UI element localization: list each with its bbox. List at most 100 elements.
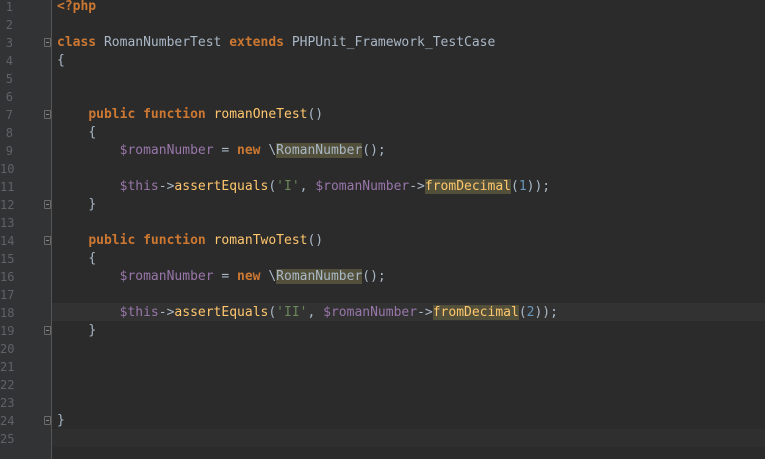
code-line[interactable]: 23 xyxy=(0,394,765,412)
keyword-new: new xyxy=(237,269,261,284)
keyword-public: public xyxy=(88,233,136,248)
code-line[interactable]: 15 { xyxy=(0,250,765,268)
brace: } xyxy=(88,323,97,338)
code-line[interactable]: 17 xyxy=(0,286,765,304)
number-literal: 1 xyxy=(518,179,527,194)
method-name: romanOneTest xyxy=(213,107,308,122)
variable: $romanNumber xyxy=(315,179,410,194)
method-call: fromDecimal xyxy=(432,305,519,320)
line-number: 18 xyxy=(0,306,15,320)
line-number: 10 xyxy=(0,162,15,176)
code-line[interactable]: 19 } xyxy=(0,322,765,340)
line-number: 24 xyxy=(0,414,15,428)
line-number: 16 xyxy=(0,270,15,284)
keyword-function: function xyxy=(143,107,206,122)
code-line[interactable]: 7 public function romanOneTest() xyxy=(0,106,765,124)
line-number: 7 xyxy=(5,108,13,122)
assign-operator: = xyxy=(213,269,238,284)
line-number: 23 xyxy=(0,396,15,410)
code-line[interactable]: 9 $romanNumber = new \RomanNumber(); xyxy=(0,142,765,160)
variable: $this xyxy=(119,179,159,194)
method-call: assertEquals xyxy=(174,179,269,194)
method-call: fromDecimal xyxy=(424,179,511,194)
brace: { xyxy=(57,53,65,68)
code-line[interactable]: 21 xyxy=(0,358,765,376)
fold-toggle-icon[interactable] xyxy=(44,38,51,47)
class-reference: RomanNumber xyxy=(276,269,363,284)
keyword-new: new xyxy=(237,143,261,158)
parens: () xyxy=(307,107,324,122)
code-line[interactable]: 4 { xyxy=(0,52,765,70)
arrow-operator: -> xyxy=(158,179,175,194)
line-number: 22 xyxy=(0,378,15,392)
brace: { xyxy=(88,125,97,140)
keyword-extends: extends xyxy=(229,35,284,50)
code-line[interactable]: 13 xyxy=(0,214,765,232)
call-end: )); xyxy=(526,179,551,194)
comma: , xyxy=(299,179,316,194)
line-number: 15 xyxy=(0,252,15,266)
code-line[interactable]: 3 class RomanNumberTest extends PHPUnit_… xyxy=(0,34,765,52)
code-line[interactable]: 5 xyxy=(0,70,765,88)
arrow-operator: -> xyxy=(417,305,433,320)
brace: } xyxy=(88,197,97,212)
line-number: 2 xyxy=(5,18,13,32)
fold-toggle-icon[interactable] xyxy=(44,326,51,335)
line-number: 19 xyxy=(0,324,15,338)
line-number: 12 xyxy=(0,198,15,212)
paren: ( xyxy=(268,179,277,194)
parens: () xyxy=(307,233,324,248)
variable: $romanNumber xyxy=(323,305,418,320)
assign-operator: = xyxy=(213,143,238,158)
code-line[interactable]: 8 { xyxy=(0,124,765,142)
code-line[interactable]: 1 <?php xyxy=(0,0,765,16)
keyword-class: class xyxy=(57,35,97,50)
line-number: 3 xyxy=(5,36,13,50)
code-line[interactable]: 11 $this->assertEquals('I', $romanNumber… xyxy=(0,178,765,196)
line-number: 20 xyxy=(0,342,15,356)
code-line[interactable]: 24 } xyxy=(0,412,765,430)
fold-toggle-icon[interactable] xyxy=(44,200,51,209)
line-number: 8 xyxy=(5,126,13,140)
line-number: 4 xyxy=(5,54,13,68)
comma: , xyxy=(307,305,324,320)
call-end: (); xyxy=(362,143,386,158)
keyword-function: function xyxy=(143,233,206,248)
code-editor[interactable]: 1 <?php 2 3 class RomanNumberTest extend… xyxy=(0,0,765,459)
code-line[interactable]: 16 $romanNumber = new \RomanNumber(); xyxy=(0,268,765,286)
line-number: 14 xyxy=(0,234,15,248)
class-reference: RomanNumber xyxy=(276,143,363,158)
code-line[interactable]: 14 public function romanTwoTest() xyxy=(0,232,765,250)
call-end: (); xyxy=(362,269,386,284)
line-number: 9 xyxy=(5,144,13,158)
code-line-current[interactable]: 18 $this->assertEquals('II', $romanNumbe… xyxy=(0,304,765,322)
variable: $romanNumber xyxy=(119,269,214,284)
code-line[interactable]: 22 xyxy=(0,376,765,394)
fold-toggle-icon[interactable] xyxy=(44,110,51,119)
parent-class-name: PHPUnit_Framework_TestCase xyxy=(291,35,496,50)
fold-toggle-icon[interactable] xyxy=(44,416,51,425)
code-line[interactable]: 2 xyxy=(0,16,765,34)
code-line[interactable]: 10 xyxy=(0,160,765,178)
line-number: 13 xyxy=(0,216,15,230)
code-line[interactable]: 12 } xyxy=(0,196,765,214)
code-line[interactable]: 6 xyxy=(0,88,765,106)
paren: ( xyxy=(518,305,527,320)
brace: } xyxy=(57,413,65,428)
variable: $romanNumber xyxy=(119,143,214,158)
string-literal: 'I' xyxy=(276,179,300,194)
fold-toggle-icon[interactable] xyxy=(44,236,51,245)
line-number: 5 xyxy=(5,72,13,86)
string-literal: 'II' xyxy=(276,305,308,320)
line-number: 1 xyxy=(5,0,13,14)
line-number: 6 xyxy=(5,90,13,104)
line-number: 25 xyxy=(0,432,15,446)
php-open-tag: <?php xyxy=(57,0,97,14)
arrow-operator: -> xyxy=(158,305,175,320)
code-line[interactable]: 20 xyxy=(0,340,765,358)
call-end: )); xyxy=(534,305,558,320)
paren: ( xyxy=(268,305,277,320)
line-number: 17 xyxy=(0,288,15,302)
code-line[interactable]: 25 xyxy=(0,430,765,448)
line-number: 21 xyxy=(0,360,15,374)
